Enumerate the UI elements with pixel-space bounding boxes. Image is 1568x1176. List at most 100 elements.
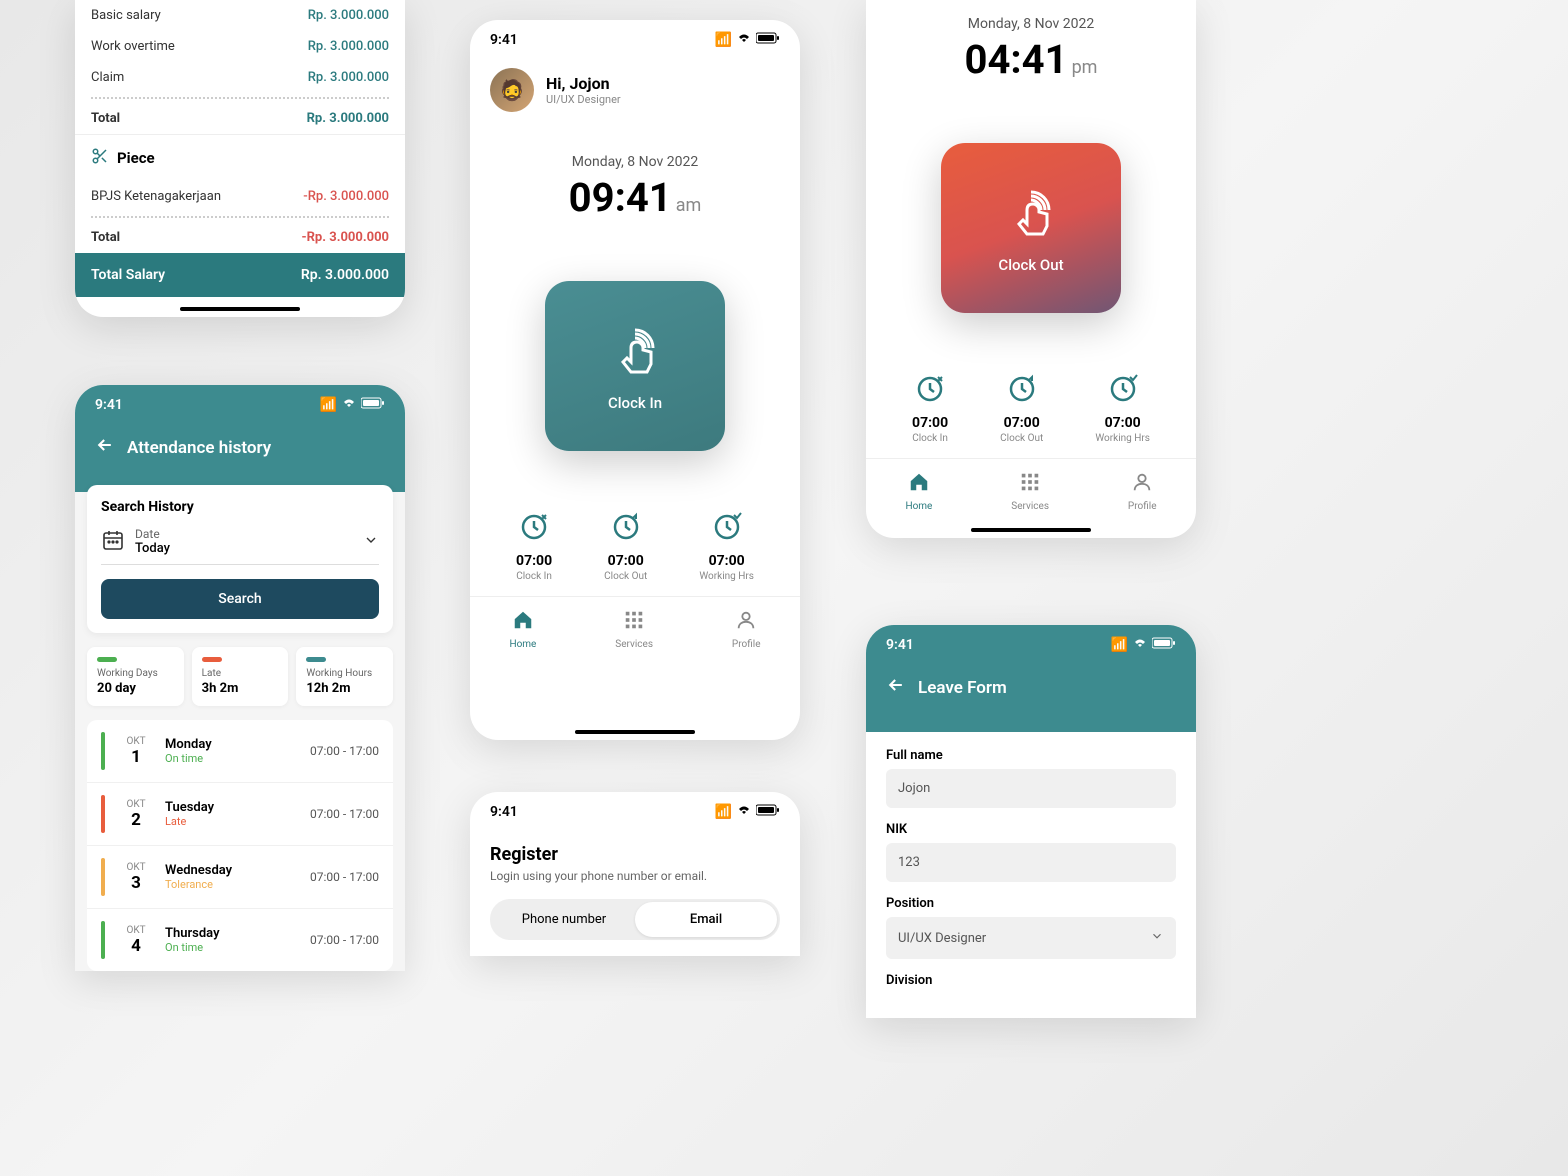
attendance-item[interactable]: OKT1MondayOn time07:00 - 17:00 bbox=[87, 720, 393, 783]
nik-input[interactable] bbox=[886, 843, 1176, 882]
summary-clock-in: 07:00Clock In bbox=[912, 373, 948, 444]
home-icon bbox=[908, 471, 930, 493]
register-subtitle: Login using your phone number or email. bbox=[490, 869, 780, 883]
wifi-icon bbox=[341, 397, 357, 413]
salary-row: Basic salaryRp. 3.000.000 bbox=[75, 0, 405, 31]
working-hrs-icon bbox=[711, 511, 743, 543]
field-nik: NIK bbox=[886, 822, 1176, 882]
greeting-header: 🧔 Hi, JojonUI/UX Designer bbox=[470, 56, 800, 124]
signal-icon: 📶 bbox=[715, 32, 732, 48]
battery-icon bbox=[361, 397, 385, 413]
attendance-list: OKT1MondayOn time07:00 - 17:00 OKT2Tuesd… bbox=[87, 720, 393, 971]
salary-total-row: TotalRp. 3.000.000 bbox=[75, 103, 405, 134]
nav-home[interactable]: Home bbox=[905, 471, 932, 512]
stat-card-working-days: Working Days20 day bbox=[87, 647, 184, 706]
piece-total-row: Total-Rp. 3.000.000 bbox=[75, 222, 405, 253]
attendance-item[interactable]: OKT4ThursdayOn time07:00 - 17:00 bbox=[87, 909, 393, 971]
grand-total-bar: Total SalaryRp. 3.000.000 bbox=[75, 253, 405, 297]
attendance-screen: 9:41 📶 Attendance history Search History… bbox=[75, 385, 405, 971]
grid-icon bbox=[1019, 471, 1041, 493]
nav-profile[interactable]: Profile bbox=[732, 609, 761, 650]
date-display: Monday, 8 Nov 2022 bbox=[470, 154, 800, 170]
scissors-icon bbox=[91, 147, 109, 169]
home-indicator bbox=[180, 307, 300, 311]
date-display: Monday, 8 Nov 2022 bbox=[866, 16, 1196, 32]
touch-icon bbox=[605, 320, 665, 380]
salary-screen: Basic salaryRp. 3.000.000 Work overtimeR… bbox=[75, 0, 405, 317]
back-icon[interactable] bbox=[886, 675, 906, 700]
battery-icon bbox=[756, 32, 780, 48]
status-bar: 9:41 📶 bbox=[470, 792, 800, 828]
stat-card-working-hours: Working Hours12h 2m bbox=[296, 647, 393, 706]
wifi-icon bbox=[736, 32, 752, 48]
working-hrs-icon bbox=[1107, 373, 1139, 405]
date-picker[interactable]: DateToday bbox=[101, 527, 379, 565]
clock-in-button[interactable]: Clock In bbox=[545, 281, 725, 451]
avatar[interactable]: 🧔 bbox=[490, 68, 534, 112]
wifi-icon bbox=[736, 804, 752, 820]
home-indicator bbox=[575, 730, 695, 734]
profile-icon bbox=[735, 609, 757, 631]
search-card: Search History DateToday Search bbox=[87, 485, 393, 633]
nav-services[interactable]: Services bbox=[1011, 471, 1049, 512]
signal-icon: 📶 bbox=[1111, 637, 1128, 653]
signal-icon: 📶 bbox=[715, 804, 732, 820]
stats-row: Working Days20 day Late3h 2m Working Hou… bbox=[87, 647, 393, 706]
time-display: 09:41am bbox=[470, 174, 800, 221]
clock-in-icon bbox=[914, 373, 946, 405]
field-fullname: Full name bbox=[886, 748, 1176, 808]
search-history-title: Search History bbox=[101, 499, 379, 515]
clock-in-icon bbox=[518, 511, 550, 543]
tab-phone[interactable]: Phone number bbox=[493, 902, 635, 937]
clock-out-icon bbox=[610, 511, 642, 543]
time-summary: 07:00Clock In 07:00Clock Out 07:00Workin… bbox=[866, 373, 1196, 444]
page-title: Leave Form bbox=[866, 661, 1196, 714]
wifi-icon bbox=[1132, 637, 1148, 653]
register-title: Register bbox=[490, 844, 780, 865]
touch-icon bbox=[1001, 182, 1061, 242]
salary-row: Work overtimeRp. 3.000.000 bbox=[75, 31, 405, 62]
nav-services[interactable]: Services bbox=[615, 609, 653, 650]
grid-icon bbox=[623, 609, 645, 631]
time-display: 04:41pm bbox=[866, 36, 1196, 83]
calendar-icon bbox=[101, 528, 125, 556]
salary-row: ClaimRp. 3.000.000 bbox=[75, 62, 405, 93]
bottom-nav: Home Services Profile bbox=[470, 596, 800, 676]
profile-icon bbox=[1131, 471, 1153, 493]
status-bar: 9:41 📶 bbox=[75, 385, 405, 421]
status-bar: 9:41 📶 bbox=[470, 20, 800, 56]
nav-home[interactable]: Home bbox=[509, 609, 536, 650]
fullname-input[interactable] bbox=[886, 769, 1176, 808]
chevron-down-icon bbox=[363, 532, 379, 552]
register-screen: 9:41 📶 Register Login using your phone n… bbox=[470, 792, 800, 956]
field-division: Division bbox=[886, 973, 1176, 988]
stat-card-late: Late3h 2m bbox=[192, 647, 289, 706]
chevron-down-icon bbox=[1150, 929, 1164, 947]
segment-control: Phone number Email bbox=[490, 899, 780, 940]
clock-out-button[interactable]: Clock Out bbox=[941, 143, 1121, 313]
home-clockout-screen: Monday, 8 Nov 2022 04:41pm Clock Out 07:… bbox=[866, 0, 1196, 538]
clock-out-icon bbox=[1006, 373, 1038, 405]
attendance-item[interactable]: OKT3WednesdayTolerance07:00 - 17:00 bbox=[87, 846, 393, 909]
position-select[interactable]: UI/UX Designer bbox=[886, 917, 1176, 959]
field-position: Position UI/UX Designer bbox=[886, 896, 1176, 959]
status-bar: 9:41 📶 bbox=[866, 625, 1196, 661]
battery-icon bbox=[756, 804, 780, 820]
back-icon[interactable] bbox=[95, 435, 115, 460]
time-summary: 07:00Clock In 07:00Clock Out 07:00Workin… bbox=[470, 511, 800, 582]
piece-header: Piece bbox=[75, 134, 405, 181]
battery-icon bbox=[1152, 637, 1176, 653]
leave-form-screen: 9:41 📶 Leave Form Full name NIK Position… bbox=[866, 625, 1196, 1018]
piece-row: BPJS Ketenagakerjaan-Rp. 3.000.000 bbox=[75, 181, 405, 212]
summary-clock-in: 07:00Clock In bbox=[516, 511, 552, 582]
nav-profile[interactable]: Profile bbox=[1128, 471, 1157, 512]
page-title: Attendance history bbox=[75, 421, 405, 474]
tab-email[interactable]: Email bbox=[635, 902, 777, 937]
search-button[interactable]: Search bbox=[101, 579, 379, 619]
summary-clock-out: 07:00Clock Out bbox=[604, 511, 647, 582]
summary-working-hrs: 07:00Working Hrs bbox=[699, 511, 754, 582]
attendance-item[interactable]: OKT2TuesdayLate07:00 - 17:00 bbox=[87, 783, 393, 846]
home-icon bbox=[512, 609, 534, 631]
summary-working-hrs: 07:00Working Hrs bbox=[1095, 373, 1150, 444]
home-clockin-screen: 9:41 📶 🧔 Hi, JojonUI/UX Designer Monday,… bbox=[470, 20, 800, 740]
